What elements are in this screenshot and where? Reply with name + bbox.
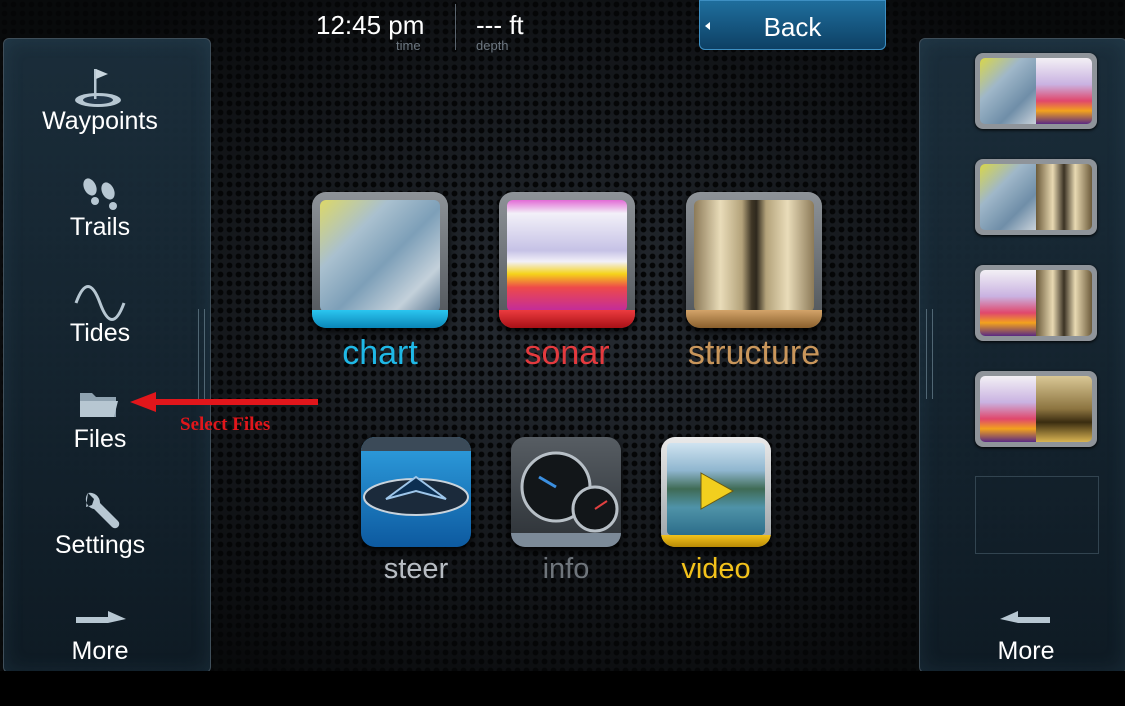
- splitview-chart-sonar[interactable]: [975, 53, 1097, 129]
- right-panel-scroll-handle[interactable]: [926, 309, 933, 399]
- menu-item-label: More: [71, 637, 129, 665]
- gauges-icon: [511, 451, 621, 547]
- menu-item-tides[interactable]: Tides: [4, 277, 196, 377]
- chart-app-icon: [312, 192, 448, 328]
- time-readout: 12:45 pm time: [316, 10, 425, 53]
- status-divider: [455, 4, 456, 50]
- depth-caption: depth: [476, 38, 509, 53]
- splitview-empty-slot: [975, 476, 1099, 554]
- splitview-preview: [980, 164, 1092, 230]
- wrench-icon: [85, 492, 120, 529]
- menu-item-label: Waypoints: [42, 107, 158, 135]
- app-sonar[interactable]: sonar: [499, 192, 635, 373]
- play-icon: [700, 472, 735, 510]
- menu-item-trails[interactable]: Trails: [4, 171, 196, 271]
- structure-app-icon: [686, 192, 822, 328]
- annotation-arrow: [130, 392, 318, 412]
- menu-item-label: Tides: [69, 319, 131, 347]
- compass-icon: [361, 437, 471, 516]
- back-button[interactable]: Back: [699, 0, 886, 50]
- app-label-structure: structure: [687, 334, 821, 372]
- waypoint-flag-icon: [75, 69, 121, 107]
- app-label-chart: chart: [342, 334, 418, 372]
- menu-item-settings[interactable]: Settings: [4, 489, 196, 589]
- splitview-preview: [980, 376, 1092, 442]
- menu-item-waypoints[interactable]: Waypoints: [4, 65, 196, 165]
- footprints-icon: [83, 178, 117, 210]
- folder-icon: [80, 393, 118, 417]
- left-panel-scroll-handle[interactable]: [198, 309, 205, 399]
- app-steer[interactable]: steer: [361, 437, 471, 586]
- depth-readout: --- ft depth: [476, 10, 524, 53]
- time-value: 12:45 pm: [316, 10, 425, 40]
- time-caption: time: [396, 38, 421, 53]
- depth-value: --- ft: [476, 10, 524, 40]
- home-screen: 12:45 pm time --- ft depth Back Waypoint…: [0, 0, 1125, 706]
- splitview-preview: [980, 58, 1092, 124]
- steer-app-icon: [361, 437, 471, 547]
- right-splitview-panel: More: [919, 38, 1125, 673]
- splitview-preview: [980, 270, 1092, 336]
- splitview-sonar-structure[interactable]: [975, 265, 1097, 341]
- menu-item-label: Trails: [69, 213, 131, 241]
- splitview-chart-structure[interactable]: [975, 159, 1097, 235]
- menu-item-label: Settings: [54, 531, 146, 559]
- app-label-steer: steer: [383, 553, 449, 585]
- back-arrow-icon: [705, 22, 710, 30]
- arrow-right-icon: [76, 611, 126, 623]
- splitview-sonar-structure-sidescan[interactable]: [975, 371, 1097, 447]
- app-video[interactable]: video: [661, 437, 771, 586]
- app-label-sonar: sonar: [524, 334, 610, 372]
- app-info[interactable]: info: [511, 437, 621, 586]
- left-menu-panel: Waypoints Trails Tides Files Settings Mo…: [3, 38, 211, 673]
- sine-wave-icon: [74, 285, 126, 321]
- arrow-left-icon: [1000, 611, 1050, 623]
- video-app-icon: [661, 437, 771, 547]
- right-more-label: More: [997, 637, 1055, 665]
- back-button-label: Back: [763, 12, 822, 42]
- menu-item-label: Files: [73, 425, 127, 453]
- sonar-app-icon: [499, 192, 635, 328]
- app-structure[interactable]: structure: [686, 192, 822, 373]
- info-app-icon: [511, 437, 621, 547]
- bottom-bezel: [0, 671, 1125, 706]
- app-label-video: video: [681, 553, 751, 585]
- annotation-text: Select Files: [180, 414, 271, 435]
- app-chart[interactable]: chart: [312, 192, 448, 373]
- app-label-info: info: [542, 553, 590, 585]
